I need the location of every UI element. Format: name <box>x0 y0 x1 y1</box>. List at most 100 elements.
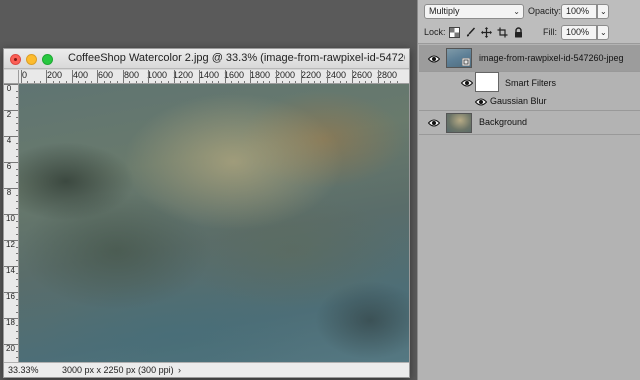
fill-value: 100% <box>566 27 590 37</box>
lock-transparent-pixels-icon[interactable] <box>449 27 460 38</box>
ruler-v-tick: 12 <box>6 240 15 249</box>
layer-thumbnail <box>446 48 472 68</box>
blend-mode-value: Multiply <box>429 6 460 16</box>
close-window-button[interactable] <box>10 54 21 65</box>
minimize-window-button[interactable] <box>26 54 37 65</box>
ruler-tick-mark <box>4 188 18 189</box>
ruler-h-tick: 2000 <box>275 70 296 80</box>
layer-name: image-from-rawpixel-id-547260-jpeg <box>479 53 624 63</box>
fill-input[interactable]: 100% <box>561 25 597 40</box>
horizontal-ruler[interactable]: 0 200 400 600 800 1000 1200 1400 1600 18… <box>19 70 409 84</box>
smart-object-badge-icon <box>462 58 470 66</box>
ruler-h-tick: 1800 <box>250 70 271 80</box>
ruler-tick-mark <box>148 70 150 83</box>
ruler-tick-mark <box>4 110 18 111</box>
ruler-v-tick: 16 <box>6 292 15 301</box>
ruler-tick-mark <box>326 70 328 83</box>
ruler-tick-mark <box>4 266 18 267</box>
ruler-v-tick: 6 <box>6 162 12 171</box>
ruler-tick-mark <box>377 70 379 83</box>
lock-position-move-icon[interactable] <box>481 27 492 38</box>
ruler-tick-mark <box>4 240 18 241</box>
fill-label: Fill: <box>543 27 557 37</box>
ruler-h-tick: 400 <box>73 70 89 80</box>
ruler-tick-mark <box>46 70 48 83</box>
document-window: CoffeeShop Watercolor 2.jpg @ 33.3% (ima… <box>3 48 410 378</box>
layer-row-smart-filters[interactable]: Smart Filters <box>419 72 640 94</box>
ruler-tick-mark <box>4 344 18 345</box>
smart-filter-mask-thumbnail[interactable] <box>475 72 499 92</box>
lock-all-padlock-icon[interactable] <box>513 27 524 38</box>
document-size-info: 3000 px x 2250 px (300 ppi) <box>62 365 174 375</box>
ruler-h-tick: 2200 <box>301 70 322 80</box>
image-canvas[interactable] <box>19 84 409 362</box>
opacity-value: 100% <box>566 6 590 16</box>
ruler-tick-mark <box>173 70 175 83</box>
prevent-auto-nesting-artboard-icon[interactable] <box>497 27 508 38</box>
ruler-tick-mark <box>97 70 99 83</box>
ruler-h-tick: 800 <box>124 70 140 80</box>
ruler-tick-mark <box>122 70 124 83</box>
opacity-label: Opacity: <box>528 6 562 16</box>
ruler-tick-mark <box>275 70 277 83</box>
ruler-h-tick: 1200 <box>173 70 194 80</box>
ruler-v-tick: 2 <box>6 110 12 119</box>
ruler-h-tick: 2800 <box>377 70 398 80</box>
layer-name: Gaussian Blur <box>490 96 547 106</box>
ruler-tick-mark <box>4 136 18 137</box>
ruler-tick-mark <box>4 214 18 215</box>
ruler-v-tick: 20 <box>6 344 15 353</box>
chevron-down-icon: ⌄ <box>513 7 520 16</box>
ruler-tick-mark <box>71 70 73 83</box>
chevron-down-icon: ⌄ <box>600 28 607 37</box>
ruler-h-tick: 2400 <box>326 70 347 80</box>
ruler-v-tick: 18 <box>6 318 15 327</box>
maximize-window-button[interactable] <box>42 54 53 65</box>
status-bar: 33.33% 3000 px x 2250 px (300 ppi) › <box>4 362 409 377</box>
lock-label: Lock: <box>424 27 446 37</box>
opacity-input[interactable]: 100% <box>561 4 597 19</box>
visibility-eye-icon[interactable] <box>428 119 440 127</box>
ruler-h-tick: 1400 <box>199 70 220 80</box>
zoom-level[interactable]: 33.33% <box>8 364 48 376</box>
layer-row-gaussian-blur[interactable]: Gaussian Blur <box>419 94 640 111</box>
ruler-tick-mark <box>301 70 303 83</box>
layers-panel: Multiply ⌄ Opacity: 100% ⌄ Lock: Fill: 1… <box>417 0 640 380</box>
layer-name: Smart Filters <box>505 78 557 88</box>
chevron-down-icon: ⌄ <box>600 7 607 16</box>
ruler-tick-mark <box>4 84 18 85</box>
ruler-v-tick: 0 <box>6 84 12 93</box>
ruler-h-tick: 200 <box>47 70 63 80</box>
ruler-tick-mark <box>4 318 18 319</box>
layer-thumbnail <box>446 113 472 133</box>
ruler-v-tick: 14 <box>6 266 15 275</box>
visibility-eye-icon[interactable] <box>475 98 487 106</box>
fill-dropdown-button[interactable]: ⌄ <box>597 25 609 40</box>
document-title: CoffeeShop Watercolor 2.jpg @ 33.3% (ima… <box>68 52 405 64</box>
ruler-h-tick: 600 <box>98 70 114 80</box>
ruler-tick-mark <box>4 162 18 163</box>
opacity-dropdown-button[interactable]: ⌄ <box>597 4 609 19</box>
layer-row-background[interactable]: Background <box>419 111 640 135</box>
lock-image-pixels-brush-icon[interactable] <box>465 27 476 38</box>
visibility-eye-icon[interactable] <box>461 79 473 87</box>
blend-mode-select[interactable]: Multiply ⌄ <box>424 4 524 19</box>
ruler-h-tick: 2600 <box>352 70 373 80</box>
ruler-tick-mark <box>224 70 226 83</box>
vertical-ruler[interactable]: 0 2 4 6 8 10 12 14 16 18 20 <box>4 84 19 362</box>
ruler-h-tick: 0 <box>22 70 28 80</box>
document-titlebar[interactable]: CoffeeShop Watercolor 2.jpg @ 33.3% (ima… <box>4 49 409 69</box>
ruler-tick-mark <box>250 70 252 83</box>
visibility-eye-icon[interactable] <box>428 55 440 63</box>
ruler-h-tick: 1600 <box>224 70 245 80</box>
ruler-h-tick: 1000 <box>147 70 168 80</box>
ruler-tick-mark <box>352 70 354 83</box>
layer-row-smart-object[interactable]: image-from-rawpixel-id-547260-jpeg <box>419 45 640 72</box>
ruler-v-tick: 4 <box>6 136 12 145</box>
ruler-origin[interactable] <box>4 70 19 84</box>
status-menu-arrow-icon[interactable]: › <box>178 364 181 376</box>
ruler-tick-mark <box>21 70 22 83</box>
ruler-tick-mark <box>199 70 201 83</box>
ruler-tick-mark <box>4 292 18 293</box>
layers-panel-options: Multiply ⌄ Opacity: 100% ⌄ Lock: Fill: 1… <box>418 0 640 44</box>
